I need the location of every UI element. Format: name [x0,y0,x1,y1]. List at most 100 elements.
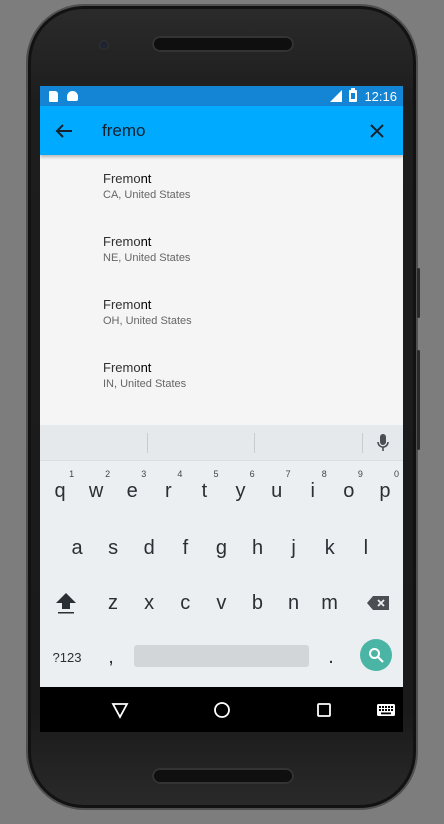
key-u[interactable]: u7 [259,469,295,509]
key-label: n [287,591,300,614]
key-s[interactable]: s [95,530,131,566]
key-d[interactable]: d [131,530,167,566]
result-name: Fremont [103,234,403,249]
key-m[interactable]: m [312,585,348,621]
key-h[interactable]: h [240,530,276,566]
key-l[interactable]: l [348,530,384,566]
key-w[interactable]: w2 [78,469,114,509]
result-name: Fremont [103,171,403,186]
key-label: j [291,536,296,559]
search-key[interactable] [360,639,392,671]
volume-button[interactable] [417,268,420,318]
nav-back-button[interactable] [100,687,140,732]
key-number-hint: 9 [357,469,363,479]
key-number-hint: 2 [105,469,111,479]
suggestion-slot[interactable] [148,432,256,453]
key-number-hint: 5 [213,469,219,479]
key-q[interactable]: q1 [42,469,78,509]
list-item[interactable]: Fremont IN, United States [40,353,403,416]
result-subtitle: IN, United States [103,378,187,390]
nav-home-button[interactable] [202,687,242,732]
key-label: e [126,479,138,502]
key-label: v [216,591,227,614]
symbols-key[interactable]: ?123 [46,639,88,675]
key-v[interactable]: v [203,585,239,621]
result-name-match: Fremo [103,360,141,375]
key-n[interactable]: n [276,585,312,621]
period-key[interactable]: . [316,639,346,675]
key-j[interactable]: j [276,530,312,566]
suggestion-strip [40,425,403,461]
result-name-rest: nt [140,171,152,186]
status-bar: 12:16 [40,86,403,106]
result-name-rest: nt [140,234,152,249]
triangle-back-icon [111,702,129,719]
key-label: q [54,479,66,502]
key-e[interactable]: e3 [114,469,150,509]
key-number-hint: 8 [321,469,327,479]
suggestion-slot[interactable] [255,432,364,453]
square-recents-icon [317,702,331,717]
soft-keyboard: q1w2e3r4t5y6u7i8o9p0asdfghjklzxcvbnm ?12… [40,425,403,687]
list-item[interactable]: Fremont OH, United States [40,290,403,353]
arrow-back-icon [55,123,72,138]
circle-home-icon [214,701,230,718]
key-label: c [180,591,191,614]
key-label: k [324,536,335,559]
list-item[interactable]: Fremont NE, United States [40,227,403,290]
comma-key[interactable]: , [96,639,126,675]
close-icon [370,123,384,138]
key-t[interactable]: t5 [186,469,222,509]
key-i[interactable]: i8 [295,469,331,509]
microphone-icon [377,433,389,451]
key-f[interactable]: f [167,530,203,566]
search-input[interactable] [102,115,351,146]
key-number-hint: 4 [177,469,183,479]
search-bar [40,106,403,155]
key-y[interactable]: y6 [223,469,259,509]
result-subtitle: CA, United States [103,189,191,201]
earpiece-speaker [152,36,294,52]
key-p[interactable]: p0 [367,469,403,509]
backspace-key[interactable] [358,585,398,621]
search-icon [369,648,384,663]
key-g[interactable]: g [203,530,239,566]
key-k[interactable]: k [312,530,348,566]
result-name-match: Fremo [103,171,141,186]
key-c[interactable]: c [167,585,203,621]
key-o[interactable]: o9 [331,469,367,509]
screen: 12:16 Fremont CA, United States Fremont … [40,86,403,732]
key-label: a [71,536,83,559]
result-subtitle: OH, United States [103,315,192,327]
back-button[interactable] [40,106,88,155]
navigation-bar [40,687,403,732]
key-x[interactable]: x [131,585,167,621]
key-r[interactable]: r4 [150,469,186,509]
key-b[interactable]: b [239,585,275,621]
key-label: b [251,591,263,614]
nav-recents-button[interactable] [304,687,344,732]
shift-key[interactable] [46,585,86,621]
status-time: 12:16 [364,88,397,104]
list-item[interactable]: Fremont CA, United States [40,164,403,227]
result-name: Fremont [103,297,403,312]
nav-keyboard-switch-button[interactable] [366,687,403,732]
key-label: i [310,479,315,502]
front-camera [100,41,108,49]
key-label: w [88,479,104,502]
space-key[interactable] [134,645,309,667]
key-number-hint: 7 [285,469,291,479]
shift-icon [56,593,76,614]
key-z[interactable]: z [95,585,131,621]
lte-signal-icon [328,90,343,102]
backspace-icon [367,596,389,610]
voice-input-button[interactable] [363,425,403,461]
power-button[interactable] [417,350,420,450]
key-label: s [108,536,119,559]
key-label: x [144,591,155,614]
suggestion-slot[interactable] [40,432,148,453]
key-a[interactable]: a [59,530,95,566]
result-name-rest: nt [140,297,152,312]
key-label: p [379,479,391,502]
clear-search-button[interactable] [351,106,403,155]
